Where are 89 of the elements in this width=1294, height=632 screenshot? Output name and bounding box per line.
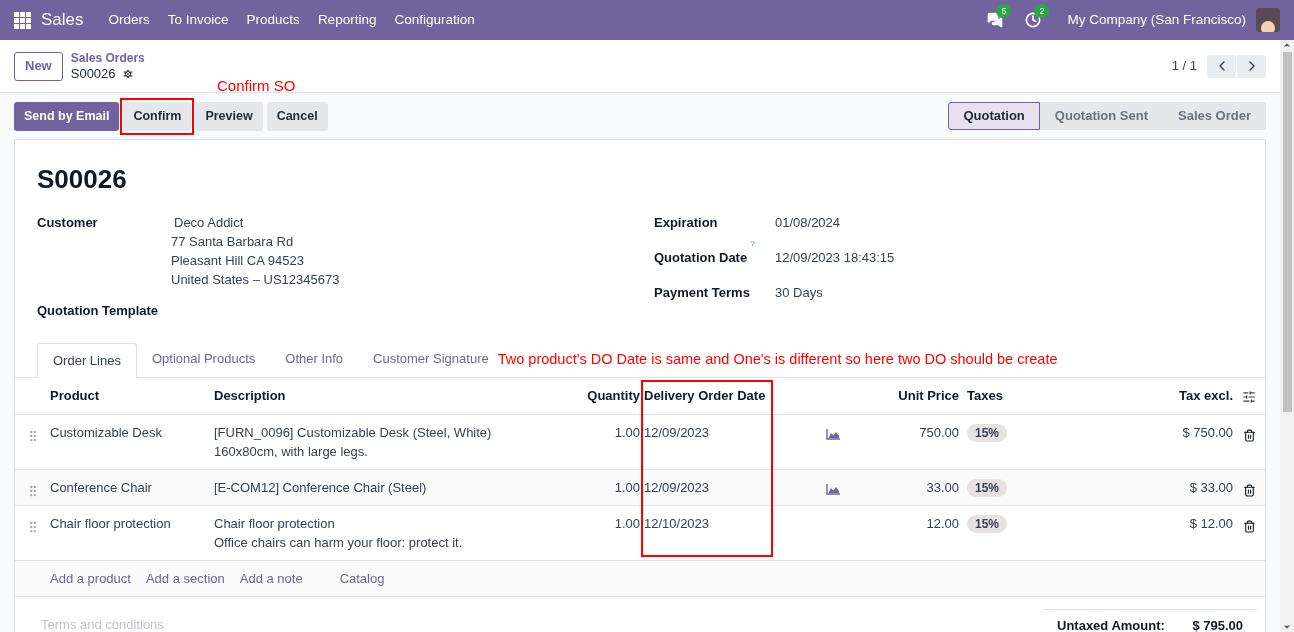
tax-tag[interactable]: 15%: [967, 424, 1008, 442]
unit-price-cell[interactable]: 33.00: [855, 469, 959, 506]
field-label: Quotation Date: [654, 248, 748, 267]
field-value: 01/08/2024: [775, 213, 841, 232]
settings-icon[interactable]: [121, 67, 134, 80]
record-name: S00026: [70, 66, 116, 81]
unit-price-cell[interactable]: 750.00: [855, 414, 959, 470]
delete-icon[interactable]: [1242, 520, 1256, 534]
company-switcher[interactable]: My Company (San Francisco): [1067, 9, 1246, 31]
form-tab[interactable]: Other Info: [270, 341, 359, 377]
quantity-cell[interactable]: 1.00: [580, 505, 640, 561]
description-line: [FURN_0096] Customizable Desk (Steel, White): [214, 424, 493, 442]
unit-price-cell[interactable]: 12.00: [855, 505, 959, 561]
status-step[interactable]: Quotation Sent: [1039, 102, 1163, 130]
subtotal-cell: $ 12.00: [1039, 505, 1233, 561]
action-button[interactable]: Cancel: [266, 101, 328, 131]
menu-item[interactable]: Orders: [99, 9, 159, 31]
help-mark[interactable]: ?: [750, 243, 755, 264]
area-chart-icon[interactable]: [826, 483, 841, 495]
subtotal-cell: $ 33.00: [1039, 469, 1233, 506]
app-name[interactable]: Sales: [41, 7, 84, 33]
column-header[interactable]: Taxes: [959, 377, 1039, 415]
menu-item[interactable]: Products: [237, 9, 309, 31]
annotation-text: Two product's DO Date is same and One's is different so here two DO should be create: [497, 349, 1058, 369]
scroll-up-icon[interactable]: [1282, 40, 1292, 50]
description-line: Office chairs can harm your floor: protect it.: [214, 534, 464, 552]
column-header[interactable]: Delivery Order Date: [640, 377, 775, 415]
description-line: 160x80cm, with large legs.: [214, 443, 369, 461]
scrollbar[interactable]: [1280, 40, 1294, 632]
quantity-cell[interactable]: 1.00: [580, 414, 640, 470]
field-value: 30 Days: [775, 283, 823, 302]
quantity-cell[interactable]: 1.00: [580, 469, 640, 506]
address-line: 77 Santa Barbara Rd: [171, 233, 295, 251]
action-button[interactable]: Send by Email: [14, 101, 120, 131]
add-line-link[interactable]: Catalog: [339, 569, 385, 588]
column-header[interactable]: Product: [50, 377, 210, 415]
message-count-badge: 5: [996, 4, 1012, 18]
menu-item[interactable]: Configuration: [385, 9, 484, 31]
activity-clock-icon[interactable]: [1025, 12, 1042, 28]
delivery-date-cell[interactable]: 12/09/2023: [640, 469, 775, 506]
add-line-link[interactable]: Add a product: [50, 569, 131, 588]
address-line: United States – US12345673: [171, 271, 340, 289]
customer-link[interactable]: Deco Addict: [171, 213, 340, 232]
delete-icon[interactable]: [1242, 484, 1256, 498]
activity-count-badge: 2: [1034, 4, 1050, 18]
delete-icon[interactable]: [1242, 429, 1256, 443]
field-label: Expiration: [654, 213, 718, 232]
action-button[interactable]: Confirm: [123, 101, 192, 131]
messages-icon[interactable]: [987, 12, 1004, 28]
product-cell[interactable]: Conference Chair: [50, 469, 210, 506]
delivery-date-cell[interactable]: 12/10/2023: [640, 505, 775, 561]
form-tab[interactable]: Order Lines: [37, 342, 137, 378]
product-cell[interactable]: Customizable Desk: [50, 414, 210, 470]
scroll-down-icon[interactable]: [1282, 622, 1292, 632]
description-line: [E-COM12] Conference Chair (Steel): [214, 479, 428, 497]
menu-item[interactable]: Reporting: [308, 9, 386, 31]
breadcrumb-link[interactable]: Sales Orders: [70, 51, 145, 66]
field-label: Payment Terms: [654, 283, 750, 302]
record-title: S00026: [36, 163, 128, 196]
status-step[interactable]: Quotation: [948, 102, 1040, 130]
tax-tag[interactable]: 15%: [967, 515, 1008, 533]
field-label: Quotation Template: [37, 302, 160, 320]
field-label: Customer: [37, 214, 99, 232]
column-header[interactable]: Description: [210, 377, 580, 415]
user-avatar[interactable]: [1256, 8, 1280, 32]
status-step[interactable]: Sales Order: [1163, 102, 1266, 130]
column-header[interactable]: Unit Price: [855, 377, 959, 415]
apps-grid-icon[interactable]: [14, 11, 31, 29]
column-header[interactable]: Tax excl.: [1039, 377, 1233, 415]
add-line-link[interactable]: Add a section: [145, 569, 225, 588]
subtotal-cell: $ 750.00: [1039, 414, 1233, 470]
menu-item[interactable]: To Invoice: [158, 9, 238, 31]
totals-label: Untaxed Amount:: [1057, 617, 1165, 632]
field-value: 12/09/2023 18:43:15: [775, 248, 895, 267]
tax-tag[interactable]: 15%: [967, 479, 1008, 497]
add-line-link[interactable]: Add a note: [239, 569, 303, 588]
pager-value: 1 / 1: [1171, 57, 1197, 76]
column-settings-icon[interactable]: [1242, 389, 1256, 404]
address-line: Pleasant Hill CA 94523: [171, 252, 305, 270]
form-tab[interactable]: Optional Products: [136, 341, 271, 377]
action-button[interactable]: Preview: [195, 101, 263, 131]
area-chart-icon[interactable]: [826, 428, 841, 440]
delivery-date-cell[interactable]: 12/09/2023: [640, 414, 775, 470]
description-line: Chair floor protection: [214, 515, 336, 533]
product-cell[interactable]: Chair floor protection: [50, 505, 210, 561]
new-button[interactable]: New: [14, 51, 63, 81]
annotation-text: Confirm SO: [217, 76, 296, 96]
column-header[interactable]: Quantity: [580, 377, 640, 415]
totals-value: $ 795.00: [1192, 617, 1243, 632]
